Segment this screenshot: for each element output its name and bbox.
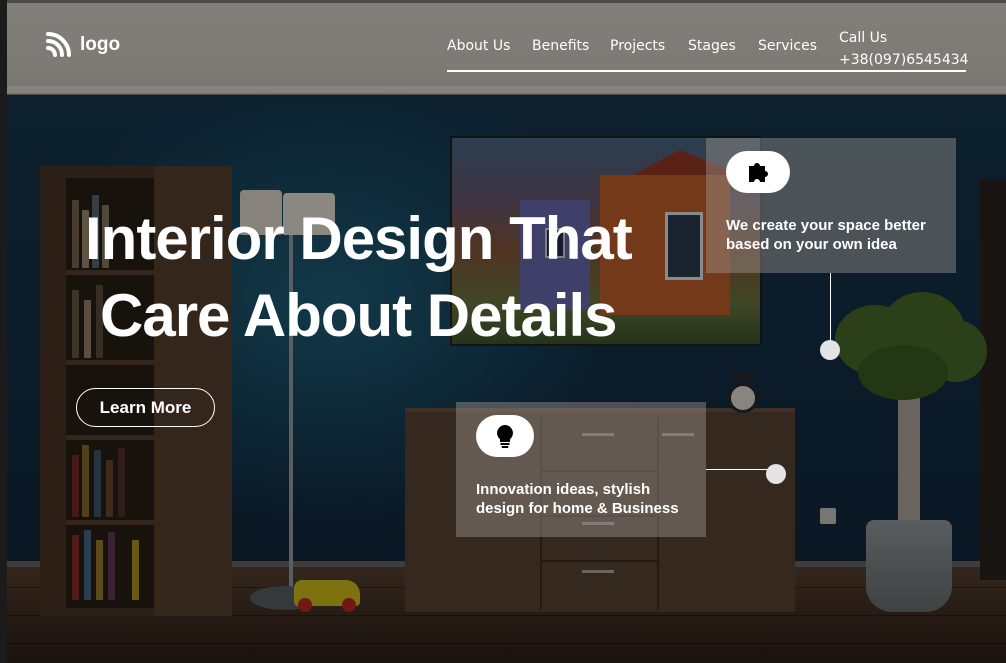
feature-card-text: Innovation ideas, stylish design for hom… — [476, 480, 679, 518]
card-icon-pill — [726, 151, 790, 193]
card-connector-line — [830, 273, 831, 343]
main-navigation: About Us Benefits Projects Stages Servic… — [447, 27, 969, 72]
window-edge — [0, 0, 7, 663]
feature-card-text-line: Innovation ideas, stylish — [476, 481, 651, 498]
card-marker-dot[interactable] — [820, 340, 840, 360]
site-header: logo About Us Benefits Projects Stages S… — [7, 3, 1006, 93]
call-us-block[interactable]: Call Us +38(097)6545434 — [839, 27, 969, 71]
learn-more-button[interactable]: Learn More — [76, 388, 215, 427]
feature-card-innovation: Innovation ideas, stylish design for hom… — [456, 402, 706, 537]
feature-card-text-line: design for home & Business — [476, 500, 679, 517]
nav-projects[interactable]: Projects — [610, 38, 665, 54]
feature-card-text: We create your space better based on you… — [726, 216, 926, 254]
nav-services[interactable]: Services — [758, 38, 817, 54]
puzzle-icon — [749, 163, 768, 182]
card-marker-dot[interactable] — [766, 464, 786, 484]
lightbulb-icon — [497, 425, 513, 448]
feature-card-text-line: based on your own idea — [726, 236, 897, 253]
nav-benefits[interactable]: Benefits — [532, 38, 589, 54]
page: logo About Us Benefits Projects Stages S… — [0, 0, 1006, 663]
phone-number[interactable]: +38(097)6545434 — [839, 49, 969, 71]
hero-title-line-2: Care About Details — [100, 282, 618, 349]
feature-card-space: We create your space better based on you… — [706, 138, 956, 273]
card-connector-line — [706, 469, 772, 470]
rss-feed-icon — [46, 32, 71, 57]
feature-card-text-line: We create your space better — [726, 217, 926, 234]
call-us-label: Call Us — [839, 30, 888, 46]
hero-title-line-1: Interior Design That — [85, 205, 633, 272]
hero-title: Interior Design That Care About Details — [85, 200, 645, 354]
card-icon-pill — [476, 415, 534, 457]
nav-stages[interactable]: Stages — [688, 38, 736, 54]
nav-about-us[interactable]: About Us — [447, 38, 510, 54]
logo[interactable]: logo — [45, 31, 120, 58]
logo-text: logo — [80, 33, 121, 55]
